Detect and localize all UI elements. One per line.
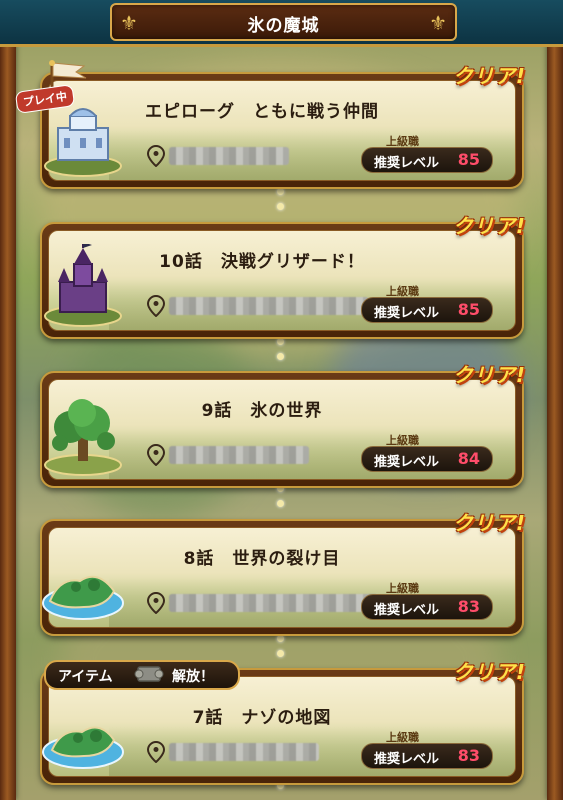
recommended-level: 推奨レベル 83 <box>361 743 493 769</box>
left-frame-pillar <box>0 42 16 800</box>
location-name-blurred <box>169 297 369 315</box>
location-pin-icon <box>147 741 165 763</box>
level-label: 推奨レベル <box>374 603 440 618</box>
location-pin-icon <box>147 295 165 317</box>
path-dot <box>277 188 284 195</box>
item-label: アイテム <box>58 669 113 685</box>
location-name-blurred <box>169 594 379 612</box>
path-dot <box>277 635 284 642</box>
forest-tree-icon <box>44 399 122 476</box>
level-label: 推奨レベル <box>374 752 440 767</box>
path-dot <box>277 203 284 210</box>
location-pin-icon <box>147 592 165 614</box>
title-bar: ⚜ 氷の魔城 ⚜ <box>0 0 563 47</box>
recommended-level: 推奨レベル 85 <box>361 147 493 173</box>
island-icon <box>42 726 124 769</box>
stage-card-8[interactable]: 8話 世界の裂け目 上級職 推奨レベル 83 クリア! <box>40 511 525 636</box>
stage-card-10[interactable]: 10話 決戦グリザード！ 上級職 推奨レベル 85 クリア! <box>40 214 525 339</box>
recommended-level: 推奨レベル 83 <box>361 594 493 620</box>
path-dot <box>277 650 284 657</box>
item-unlock-label: 解放！ <box>172 669 214 685</box>
fleur-right-icon: ⚜ <box>429 11 447 35</box>
right-frame-pillar <box>547 42 563 800</box>
path-dot <box>277 353 284 360</box>
level-value: 85 <box>457 150 480 169</box>
level-value: 83 <box>457 746 480 765</box>
play-flag-icon <box>49 60 87 88</box>
map-scroll-icon <box>134 666 164 682</box>
item-unlock-banner: アイテム 解放！ <box>44 660 240 690</box>
clear-badge: クリア! <box>452 214 526 238</box>
location-pin-icon <box>147 444 165 466</box>
location-name-blurred <box>169 147 289 165</box>
path-dot <box>277 338 284 345</box>
clear-badge: クリア! <box>452 511 526 535</box>
recommended-level: 推奨レベル 85 <box>361 297 493 323</box>
level-value: 83 <box>457 597 480 616</box>
location-name-blurred <box>169 446 309 464</box>
location-name-blurred <box>169 743 319 761</box>
level-label: 推奨レベル <box>374 156 440 171</box>
dark-castle-icon <box>44 244 122 327</box>
stage-card-epilogue[interactable]: エピローグ ともに戦う仲間 上級職 推奨レベル 85 プレイ中 クリア! <box>14 60 525 189</box>
level-label: 推奨レベル <box>374 306 440 321</box>
level-label: 推奨レベル <box>374 455 440 470</box>
page-title: 氷の魔城 <box>247 16 320 36</box>
level-value: 84 <box>457 449 480 468</box>
clear-badge: クリア! <box>452 64 526 88</box>
location-pin-icon <box>147 145 165 167</box>
path-dot <box>277 500 284 507</box>
stage-card-9[interactable]: 9話 氷の世界 上級職 推奨レベル 84 クリア! <box>40 363 525 488</box>
island-icon <box>42 575 124 620</box>
clear-badge: クリア! <box>452 363 526 387</box>
recommended-level: 推奨レベル 84 <box>361 446 493 472</box>
title-plate: ⚜ 氷の魔城 ⚜ <box>110 3 457 41</box>
clear-badge: クリア! <box>452 660 526 684</box>
level-value: 85 <box>457 300 480 319</box>
